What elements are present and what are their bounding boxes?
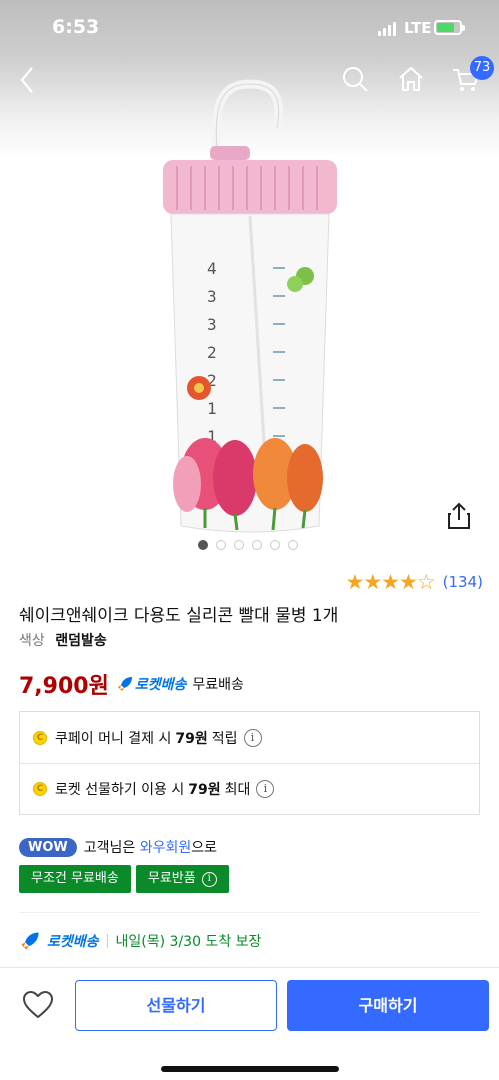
product-option: 색상 랜덤발송 — [19, 630, 107, 650]
battery-icon — [434, 20, 465, 35]
wow-tags: 무조건 무료배송 무료반품 i — [19, 865, 229, 893]
svg-text:1: 1 — [207, 399, 217, 418]
option-value: 랜덤발송 — [55, 633, 107, 649]
free-return-label: 무료반품 — [147, 871, 196, 886]
pagination-dot[interactable] — [216, 540, 226, 550]
rating[interactable]: ★★★★☆ (134) — [346, 570, 483, 594]
benefit-row: C 로켓 선물하기 이용 시 79원 최대 i — [20, 763, 479, 814]
buy-button[interactable]: 구매하기 — [287, 980, 489, 1031]
info-icon: i — [201, 871, 217, 887]
home-indicator — [161, 1066, 339, 1072]
benefit-row: C 쿠페이 머니 결제 시 79원 적립 i — [20, 712, 479, 763]
cart-count-badge: 73 — [470, 56, 494, 80]
benefit-suffix: 최대 — [224, 782, 251, 798]
signal-icon — [378, 22, 396, 36]
product-image[interactable]: 4 3 3 2 2 1 1 — [155, 78, 345, 538]
free-return-tag[interactable]: 무료반품 i — [135, 865, 229, 893]
pagination-dot[interactable] — [234, 540, 244, 550]
svg-text:2: 2 — [207, 343, 217, 362]
wow-member-row: WOW 고객님은 와우회원 으로 — [19, 837, 217, 857]
image-pagination — [198, 540, 298, 550]
share-icon[interactable] — [446, 502, 472, 530]
price-row: 7,900원 로켓배송 무료배송 — [19, 668, 244, 700]
coin-icon: C — [33, 782, 47, 796]
info-icon[interactable]: i — [256, 780, 275, 798]
product-title: 쉐이크앤쉐이크 다용도 실리콘 빨대 물병 1개 — [19, 606, 339, 626]
rocket-icon — [117, 677, 132, 691]
benefit-text: 로켓 선물하기 이용 시 — [55, 782, 185, 798]
wow-prefix: 고객님은 — [83, 840, 136, 856]
product-image-area: 4 3 3 2 2 1 1 73 — [0, 0, 499, 562]
benefit-text: 쿠페이 머니 결제 시 — [55, 730, 172, 747]
benefit-suffix: 적립 — [211, 730, 238, 747]
star-rating-icon: ★★★★☆ — [345, 570, 436, 594]
option-label: 색상 — [19, 633, 45, 649]
bottom-action-bar: 선물하기 구매하기 — [0, 967, 499, 1080]
status-bar: 6:53 LTE — [0, 0, 499, 56]
status-time: 6:53 — [52, 16, 100, 38]
pagination-dot[interactable] — [288, 540, 298, 550]
svg-text:4: 4 — [207, 259, 217, 278]
pagination-dot[interactable] — [270, 540, 280, 550]
gift-button[interactable]: 선물하기 — [75, 980, 277, 1031]
svg-text:3: 3 — [207, 315, 217, 334]
rocket-delivery-label: 로켓배송 — [47, 934, 99, 950]
free-shipping-tag: 무조건 무료배송 — [19, 865, 131, 893]
wow-suffix: 으로 — [191, 840, 218, 856]
shipping-text: 무료배송 — [192, 677, 244, 693]
benefits-box: C 쿠페이 머니 결제 시 79원 적립 i C 로켓 선물하기 이용 시 79… — [19, 711, 480, 815]
home-icon[interactable] — [396, 64, 426, 94]
wow-member-link[interactable]: 와우회원 — [140, 837, 192, 857]
pagination-dot[interactable] — [198, 540, 208, 550]
network-label: LTE — [404, 19, 432, 37]
delivery-eta: 내일(목) 3/30 도착 보장 — [115, 934, 262, 950]
svg-text:3: 3 — [207, 287, 217, 306]
rocket-delivery-label: 로켓배송 — [134, 677, 187, 693]
wow-badge: WOW — [19, 837, 77, 857]
divider — [106, 934, 108, 948]
rocket-icon — [21, 932, 39, 950]
review-count[interactable]: (134) — [443, 573, 483, 591]
search-icon[interactable] — [340, 64, 370, 94]
benefit-amount: 79원 — [175, 730, 208, 747]
pagination-dot[interactable] — [252, 540, 262, 550]
delivery-row: 로켓배송 내일(목) 3/30 도착 보장 — [19, 930, 261, 952]
benefit-amount: 79원 — [188, 782, 221, 798]
info-icon[interactable]: i — [243, 728, 262, 747]
heart-icon[interactable] — [22, 990, 54, 1020]
back-arrow-icon[interactable] — [16, 64, 40, 96]
coin-icon: C — [33, 730, 47, 745]
divider — [19, 912, 480, 913]
price: 7,900원 — [19, 674, 109, 699]
top-nav-bar — [0, 56, 499, 104]
